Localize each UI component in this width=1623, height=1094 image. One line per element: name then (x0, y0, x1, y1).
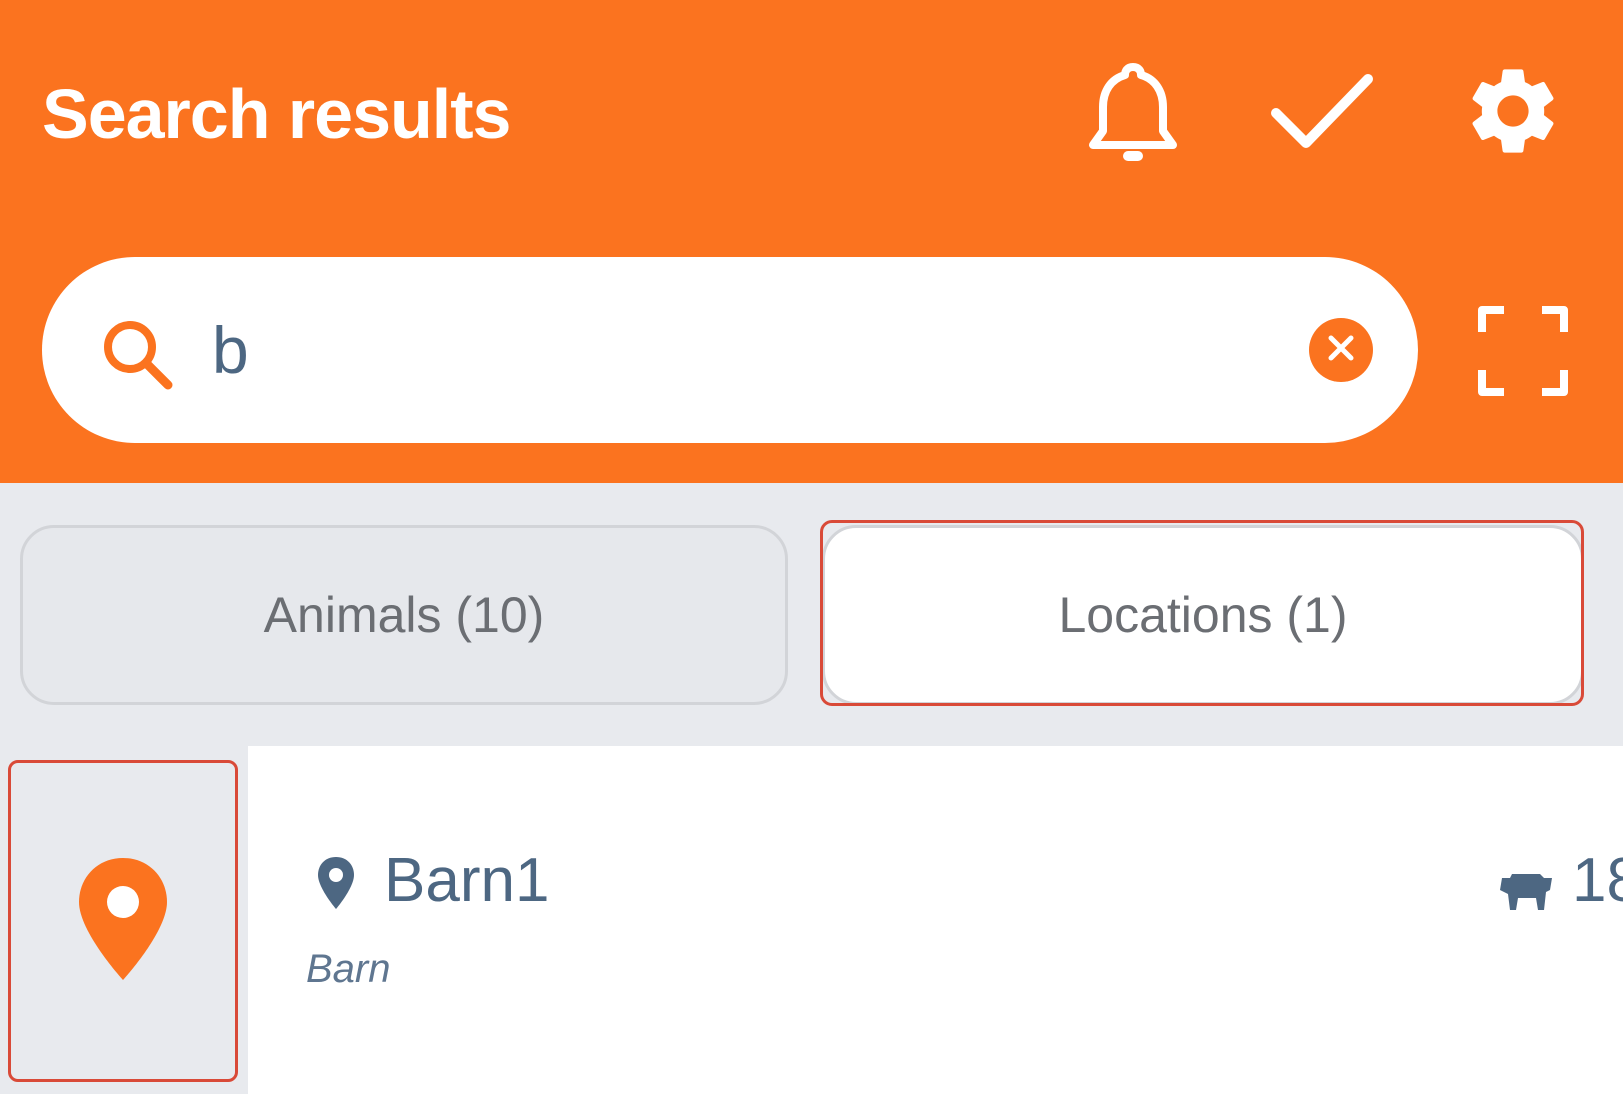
result-thumbnail[interactable] (8, 760, 238, 1082)
animal-count: 18 (1572, 846, 1623, 915)
map-pin-icon (77, 856, 169, 987)
scan-icon (1478, 306, 1568, 400)
result-body[interactable] (248, 746, 1623, 1094)
map-pin-icon (316, 855, 356, 911)
tab-locations[interactable]: Locations (1) (822, 525, 1584, 705)
scan-button[interactable] (1478, 306, 1568, 396)
app-header: Search results (0, 0, 1623, 483)
search-input[interactable] (212, 305, 1292, 395)
clear-search-button[interactable] (1309, 318, 1373, 382)
result-name: Barn1 (384, 846, 550, 915)
page-title: Search results (42, 75, 511, 153)
gear-icon[interactable] (1460, 58, 1566, 164)
cow-icon (1496, 866, 1556, 916)
check-icon[interactable] (1270, 65, 1374, 157)
clear-icon (1324, 331, 1358, 370)
bell-icon[interactable] (1080, 55, 1186, 171)
search-icon (100, 317, 176, 391)
tab-animals[interactable]: Animals (10) (20, 525, 788, 705)
result-type: Barn (306, 947, 391, 991)
search-bar (42, 257, 1418, 443)
